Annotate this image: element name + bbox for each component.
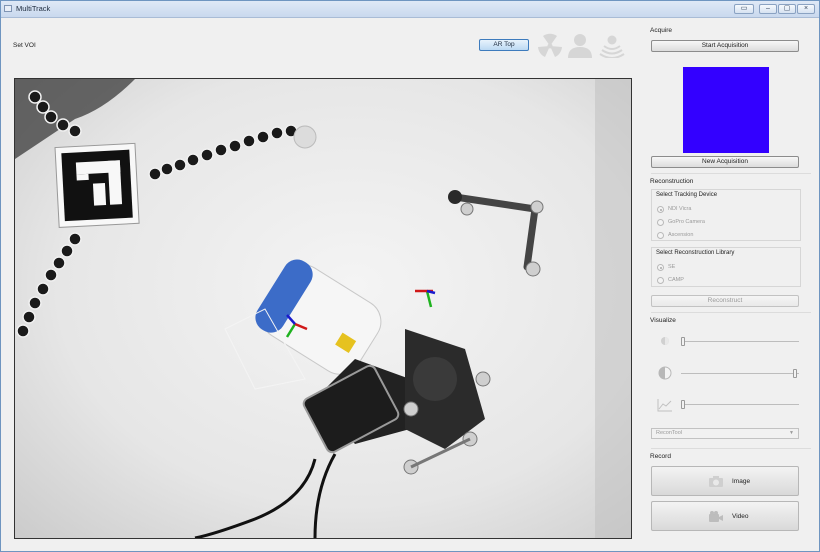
set-voi-label: Set VOI — [13, 42, 36, 49]
acquire-section-label: Acquire — [650, 27, 673, 34]
radio-label: GoPro Camera — [668, 219, 705, 225]
brightness-slider-track — [681, 341, 799, 342]
app-window: MultiTrack ▭ – ▢ × Set VOI AR Top Acquir… — [0, 0, 820, 552]
chart-slider-track — [681, 404, 799, 405]
divider — [651, 448, 811, 449]
camera-icon — [709, 476, 723, 487]
radiation-icon[interactable] — [537, 32, 563, 58]
radio-label: SE — [668, 264, 676, 270]
contrast-icon — [658, 366, 672, 380]
extra-window-button[interactable]: ▭ — [734, 4, 754, 14]
tracking-group-title: Select Tracking Device — [656, 192, 718, 198]
window-title: MultiTrack — [16, 4, 51, 13]
camera-feed-image — [15, 79, 631, 538]
minimize-button[interactable]: – — [759, 4, 777, 14]
radio-label: NDI Vicra — [668, 206, 692, 212]
chart-slider-handle[interactable] — [681, 400, 685, 409]
camera-view[interactable] — [14, 78, 632, 539]
brightness-icon — [661, 337, 669, 345]
reconstruction-library-group: Select Reconstruction Library SE CAMP — [651, 247, 801, 287]
radio-ascension[interactable] — [657, 232, 664, 239]
chart-icon — [657, 399, 672, 412]
radio-ndi-vicra[interactable] — [657, 206, 664, 213]
radio-label: CAMP — [668, 277, 684, 283]
reconstruct-button[interactable]: Reconstruct — [651, 295, 799, 307]
video-camera-icon — [709, 511, 723, 522]
radio-gopro-camera[interactable] — [657, 219, 664, 226]
start-acquisition-button[interactable]: Start Acquisition — [651, 40, 799, 52]
signal-person-icon[interactable] — [599, 32, 625, 58]
visualize-section-label: Visualize — [650, 317, 676, 324]
radio-se[interactable] — [657, 264, 664, 271]
control-sidebar: Acquire Start Acquisition New Acquisitio… — [645, 18, 817, 551]
title-bar: MultiTrack ▭ – ▢ × — [1, 1, 819, 18]
new-acquisition-button[interactable]: New Acquisition — [651, 156, 799, 168]
tracking-device-group: Select Tracking Device NDI Vicra GoPro C… — [651, 189, 801, 241]
combo-value: ReconTool — [656, 430, 682, 436]
video-button-label: Video — [732, 513, 749, 520]
ar-top-button[interactable]: AR Top — [479, 39, 529, 51]
record-video-button[interactable]: Video — [651, 501, 799, 531]
acquisition-preview — [683, 67, 769, 153]
contrast-slider-handle[interactable] — [793, 369, 797, 378]
reconstruction-section-label: Reconstruction — [650, 178, 694, 185]
main-panel: Set VOI AR Top — [1, 18, 641, 551]
chevron-down-icon: ▼ — [789, 430, 794, 436]
record-image-button[interactable]: Image — [651, 466, 799, 496]
restore-button[interactable]: ▢ — [778, 4, 796, 14]
contrast-slider-track — [681, 373, 799, 374]
record-section-label: Record — [650, 453, 671, 460]
radio-camp[interactable] — [657, 277, 664, 284]
divider — [651, 312, 811, 313]
close-button[interactable]: × — [797, 4, 815, 14]
library-group-title: Select Reconstruction Library — [656, 250, 735, 256]
radio-label: Ascension — [668, 232, 694, 238]
image-button-label: Image — [732, 478, 751, 485]
divider — [651, 173, 811, 174]
brightness-slider-handle[interactable] — [681, 337, 685, 346]
visualization-tool-select[interactable]: ReconTool ▼ — [651, 428, 799, 439]
person-icon[interactable] — [567, 32, 593, 58]
app-icon — [4, 5, 12, 12]
